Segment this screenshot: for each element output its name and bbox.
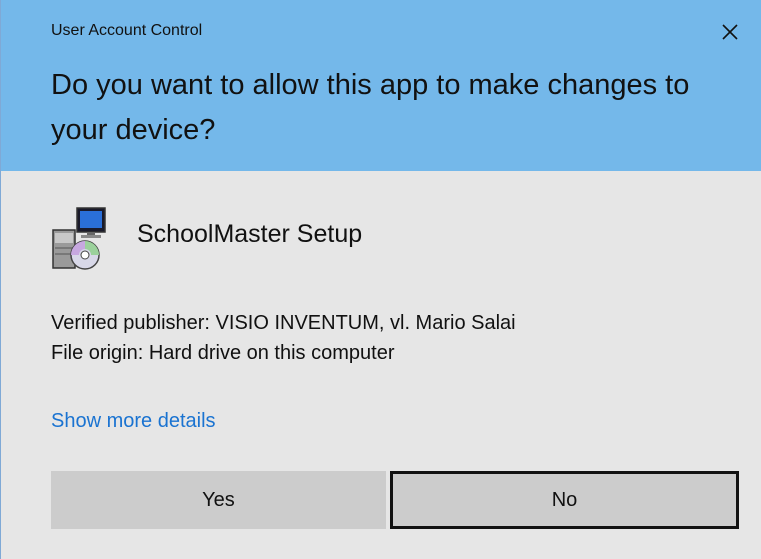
app-info-row: SchoolMaster Setup [47, 206, 362, 274]
dialog-header: User Account Control Do you want to allo… [1, 0, 761, 171]
close-icon [722, 24, 738, 40]
close-button[interactable] [707, 12, 753, 52]
file-origin-text: File origin: Hard drive on this computer [51, 342, 395, 364]
prompt-headline: Do you want to allow this app to make ch… [51, 69, 690, 146]
installer-icon [52, 207, 106, 270]
window-title: User Account Control [51, 22, 203, 39]
show-more-details-link[interactable]: Show more details [51, 410, 216, 433]
app-name: SchoolMaster Setup [137, 220, 363, 248]
no-button[interactable]: No [390, 471, 739, 529]
uac-dialog: User Account Control Do you want to allo… [0, 0, 761, 559]
verified-publisher-text: Verified publisher: VISIO INVENTUM, vl. … [51, 312, 516, 334]
yes-button[interactable]: Yes [51, 471, 386, 529]
